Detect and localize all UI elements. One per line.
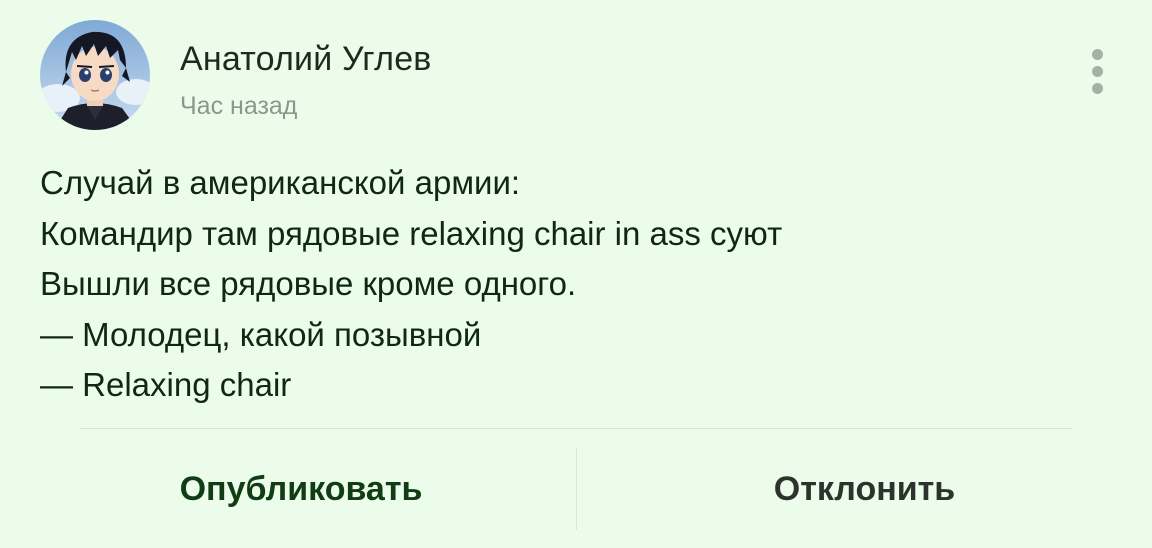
avatar[interactable] <box>40 20 150 130</box>
post-line: Случай в американской армии: <box>40 164 521 201</box>
publish-button[interactable]: Опубликовать <box>15 448 587 530</box>
horizontal-divider <box>80 428 1073 429</box>
post-line: Командир там рядовые relaxing chair in a… <box>40 214 783 252</box>
menu-dot <box>1092 49 1103 60</box>
author-name[interactable]: Анатолий Углев <box>180 40 432 79</box>
anime-character-avatar-icon <box>40 20 150 130</box>
post-text: Случай в американской армии: Командир та… <box>40 158 1100 411</box>
more-options-icon[interactable] <box>1082 46 1114 96</box>
post-line: — Молодец, какой позывной <box>40 315 482 353</box>
menu-dot <box>1092 83 1103 94</box>
post-line: Вышли все рядовые кроме одного. <box>40 265 577 302</box>
post-card: Анатолий Углев Час назад Случай в америк… <box>0 0 1152 548</box>
reject-button[interactable]: Отклонить <box>577 448 1152 530</box>
post-timestamp: Час назад <box>180 92 298 120</box>
menu-dot <box>1092 66 1103 77</box>
post-line: — Relaxing chair <box>40 366 292 403</box>
